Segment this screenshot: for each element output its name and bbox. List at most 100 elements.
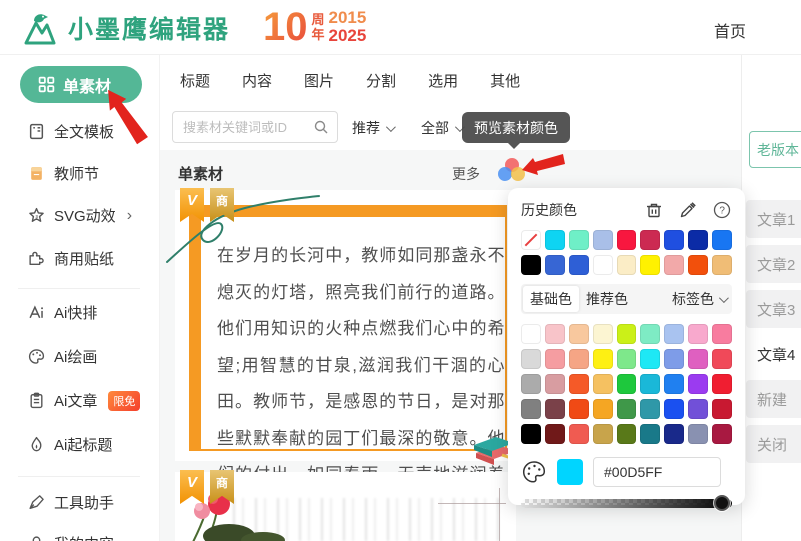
color-swatch[interactable] [592, 374, 613, 394]
color-swatch[interactable] [640, 230, 661, 250]
color-swatch[interactable] [592, 424, 613, 444]
trash-icon[interactable] [644, 200, 664, 220]
color-swatch[interactable] [664, 230, 685, 250]
home-link[interactable]: 首页 [714, 18, 746, 42]
color-swatch[interactable] [568, 230, 589, 250]
color-swatch[interactable] [712, 374, 733, 394]
color-swatch[interactable] [592, 255, 613, 275]
more-link[interactable]: 更多 [452, 164, 480, 184]
tab-article-1[interactable]: 文章1 [746, 200, 801, 238]
color-swatch[interactable] [568, 324, 589, 344]
color-swatch[interactable] [544, 349, 565, 369]
tab-basic-colors[interactable]: 基础色 [523, 286, 579, 312]
color-swatch[interactable] [521, 324, 541, 344]
tab-article-3[interactable]: 文章3 [746, 290, 801, 328]
sidebar-item-my-content[interactable]: 我的内容 [28, 533, 114, 541]
sidebar-item-tool-helper[interactable]: 工具助手 [28, 492, 114, 513]
color-swatch[interactable] [712, 349, 733, 369]
hex-color-input[interactable] [593, 457, 721, 487]
sidebar-item-ai-painting[interactable]: Ai绘画 [28, 346, 97, 367]
color-swatch[interactable] [712, 255, 733, 275]
color-swatch[interactable] [568, 424, 589, 444]
color-swatch[interactable] [664, 255, 685, 275]
color-swatch[interactable] [592, 230, 613, 250]
color-swatch[interactable] [616, 374, 637, 394]
sidebar-item-stickers[interactable]: 商用贴纸 [28, 248, 114, 269]
color-swatch[interactable] [640, 424, 661, 444]
color-swatch[interactable] [568, 399, 589, 419]
color-swatch[interactable] [521, 399, 541, 419]
color-swatch[interactable] [664, 399, 685, 419]
color-swatch[interactable] [592, 324, 613, 344]
color-swatch[interactable] [544, 399, 565, 419]
color-swatch[interactable] [544, 424, 565, 444]
sidebar-item-full-template[interactable]: 全文模板 [28, 121, 114, 142]
color-swatch[interactable] [712, 324, 733, 344]
color-swatch[interactable] [521, 255, 541, 275]
color-swatch[interactable] [712, 399, 733, 419]
shade-slider[interactable] [521, 495, 732, 511]
color-swatch[interactable] [544, 374, 565, 394]
material-card-text[interactable]: V 商 在岁月的长河中，教师如同那盏永不熄灭的灯塔，照亮我们前行的道路。他们用知… [166, 188, 516, 521]
no-color-swatch[interactable] [521, 230, 541, 250]
sidebar-item-teachers-day[interactable]: 教师节 [28, 163, 99, 184]
color-swatch[interactable] [616, 399, 637, 419]
color-swatch[interactable] [664, 424, 685, 444]
color-swatch[interactable] [664, 349, 685, 369]
material-card-flowers[interactable]: V 商 [175, 470, 516, 541]
current-color-swatch[interactable] [557, 459, 583, 485]
tab-title[interactable]: 标题 [180, 70, 210, 91]
tab-selected[interactable]: 选用 [428, 70, 458, 91]
help-icon[interactable]: ? [712, 200, 732, 220]
scope-dropdown[interactable]: 全部 [421, 118, 465, 138]
color-swatch[interactable] [640, 324, 661, 344]
tab-content[interactable]: 内容 [242, 70, 272, 91]
color-swatch[interactable] [688, 424, 709, 444]
tab-divider[interactable]: 分割 [366, 70, 396, 91]
slider-handle[interactable] [714, 495, 730, 511]
color-swatch[interactable] [640, 399, 661, 419]
color-swatch[interactable] [712, 230, 733, 250]
color-swatch[interactable] [568, 255, 589, 275]
color-swatch[interactable] [616, 255, 637, 275]
tab-close[interactable]: 关闭 [746, 425, 801, 463]
color-swatch[interactable] [688, 349, 709, 369]
color-swatch[interactable] [688, 324, 709, 344]
search-icon[interactable] [313, 119, 329, 135]
color-swatch[interactable] [688, 230, 709, 250]
color-swatch[interactable] [544, 230, 565, 250]
color-swatch[interactable] [544, 324, 565, 344]
color-swatch[interactable] [712, 424, 733, 444]
color-swatch[interactable] [640, 255, 661, 275]
tab-article-2[interactable]: 文章2 [746, 245, 801, 283]
tab-recommended-colors[interactable]: 推荐色 [579, 286, 635, 312]
tab-other[interactable]: 其他 [490, 70, 520, 91]
color-swatch[interactable] [664, 324, 685, 344]
color-swatch[interactable] [688, 399, 709, 419]
sidebar-item-ai-headline[interactable]: Ai起标题 [28, 434, 112, 455]
color-swatch[interactable] [688, 374, 709, 394]
color-swatch[interactable] [640, 349, 661, 369]
color-swatch[interactable] [568, 374, 589, 394]
color-swatch[interactable] [521, 374, 541, 394]
tab-image[interactable]: 图片 [304, 70, 334, 91]
search-input[interactable] [183, 119, 313, 135]
color-swatch[interactable] [616, 349, 637, 369]
sidebar-item-ai-layout[interactable]: Ai快排 [28, 302, 97, 323]
tab-article-4[interactable]: 文章4 [746, 335, 801, 373]
color-swatch[interactable] [688, 255, 709, 275]
color-swatch[interactable] [616, 324, 637, 344]
sidebar-item-ai-article[interactable]: Ai文章 限免 [28, 390, 141, 411]
tab-new-article[interactable]: 新建 [746, 380, 801, 418]
eyedropper-icon[interactable] [678, 200, 698, 220]
color-wheel-icon[interactable] [521, 459, 547, 485]
old-version-button[interactable]: 老版本 [749, 131, 801, 168]
color-swatch[interactable] [521, 424, 541, 444]
color-swatch[interactable] [664, 374, 685, 394]
color-swatch[interactable] [521, 349, 541, 369]
color-swatch[interactable] [568, 349, 589, 369]
color-swatch[interactable] [592, 399, 613, 419]
color-swatch[interactable] [544, 255, 565, 275]
sort-dropdown[interactable]: 推荐 [352, 118, 396, 138]
sidebar-item-svg-effects[interactable]: s SVG动效 › [28, 205, 132, 226]
